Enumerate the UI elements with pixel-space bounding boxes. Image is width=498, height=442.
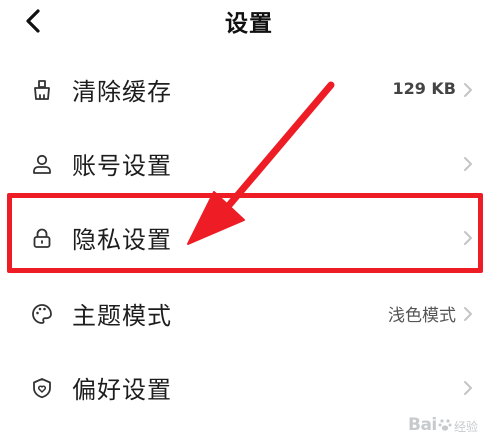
paw-icon [438,419,452,431]
watermark-logo-text: Bai [408,415,437,435]
annotation-arrow-icon [187,81,335,245]
baidu-watermark: Bai 经验 [394,410,492,440]
watermark-suffix: 经验 [454,420,479,434]
